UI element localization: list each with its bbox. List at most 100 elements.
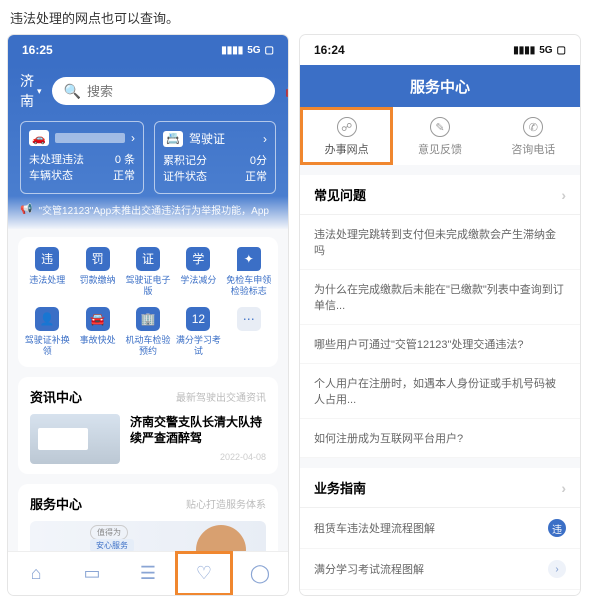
grid-icon: 罚 [86,247,110,271]
tab-me[interactable]: ◯ [232,552,288,595]
city-label: 济南 [20,71,34,111]
top-tabs: ☍ 办事网点 ✎意见反馈 ✆ 咨询电话 [300,107,580,165]
tab-home[interactable]: ⌂ [8,552,64,595]
kv-label: 累积记分 [163,153,207,169]
grid-label: 满分学习考试 [173,335,223,357]
battery-icon: ▢ [265,45,274,56]
header: 济南 ▾ 🔍 🤖 🚗 › 未处理违法0 条 车辆状态正常 [8,65,288,229]
search-input[interactable] [87,84,263,99]
grid-label: 机动车检验预约 [123,335,173,357]
car-icon: 🚗 [29,130,49,146]
guide-text: 满分学习考试流程图解 [314,561,424,577]
grid-label: 违法处理 [29,275,65,286]
grid-item[interactable]: 🚘事故快处 [72,307,122,357]
status-bar: 16:25 ▮▮▮▮ 5G ▢ [8,35,288,65]
faq-text: 哪些用户可通过"交管12123"处理交通违法? [314,336,524,352]
grid-item[interactable]: 违违法处理 [22,247,72,297]
kv-value: 0 条 [115,152,135,168]
badge-icon: 违 [548,519,566,537]
group-title: 常见问题 [314,185,366,204]
signal-icon: ▮▮▮▮ [513,45,535,56]
list-item[interactable]: 驾驶人审验流程图解› [300,590,580,595]
more-icon: ⋯ [237,307,261,331]
grid-item[interactable]: 12 满分学习考试 [173,307,223,357]
tab-label: 办事网点 [325,141,369,157]
section-title: 资讯中心 [30,387,82,406]
feedback-icon: ✎ [430,117,450,137]
grid-item[interactable]: 🏢机动车检验预约 [123,307,173,357]
kv-value: 0分 [250,153,267,169]
chevron-right-icon: › [561,480,566,496]
list-item[interactable]: 租赁车违法处理流程图解 违 [300,508,580,549]
chevron-right-icon: › [561,187,566,203]
license-card[interactable]: 📇 驾驶证 › 累积记分0分 证件状态正常 [154,121,276,194]
group-header[interactable]: 常见问题 › [300,175,580,215]
news-section: 资讯中心 最新驾驶出交通资讯 济南交警支队长清大队持续严查酒醉驾 2022-04… [18,377,278,474]
license-icon: 📇 [163,131,183,147]
city-picker[interactable]: 济南 ▾ [20,71,42,111]
kv-label: 证件状态 [163,169,207,185]
robot-icon[interactable]: 🤖 [285,81,288,101]
announcement-bar[interactable]: 📢 "交管12123"App未推出交通违法行为举报功能，App [20,202,276,217]
list-item[interactable]: 满分学习考试流程图解 › [300,549,580,590]
search-field[interactable]: 🔍 [52,77,275,105]
tab-bar: ⌂ ▭ ☰ ♡ ◯ [8,551,288,595]
faq-text: 个人用户在注册时，如遇本人身份证或手机号码被人占用... [314,375,566,407]
grid-icon: 学 [186,247,210,271]
list-item[interactable]: 个人用户在注册时，如遇本人身份证或手机号码被人占用... [300,364,580,419]
heart-icon: ♡ [196,563,212,584]
grid-icon: 证 [136,247,160,271]
grid-icon: ✦ [237,247,261,271]
vehicle-card[interactable]: 🚗 › 未处理违法0 条 车辆状态正常 [20,121,144,194]
guide-text: 租赁车违法处理流程图解 [314,520,435,536]
phone-right: 16:24 ▮▮▮▮ 5G ▢ 服务中心 ☍办事网点 ✎意见反馈 ✆咨询电话 常… [300,35,580,595]
tab-online[interactable]: ▭ [64,552,120,595]
grid-icon: 👤 [35,307,59,331]
tab-service[interactable]: ♡ [176,552,232,595]
tab-news[interactable]: ☰ [120,552,176,595]
chevron-right-icon: › [131,131,135,145]
list-item[interactable]: 违法处理完跳转到支付但未完成缴款会产生滞纳金吗 [300,215,580,270]
phone-icon: ✆ [523,117,543,137]
news-item[interactable]: 济南交警支队长清大队持续严查酒醉驾 2022-04-08 [30,414,266,464]
grid-item[interactable]: 证驾驶证电子版 [123,247,173,297]
grid-item[interactable]: 罚罚款缴纳 [72,247,122,297]
network-label: 5G [247,45,260,56]
grid-item[interactable]: ✦免检车申领检验标志 [224,247,274,297]
tab-label: 咨询电话 [511,141,555,157]
tab-locations[interactable]: ☍ 办事网点 [300,107,393,165]
faq-group: 常见问题 › 违法处理完跳转到支付但未完成缴款会产生滞纳金吗 为什么在完成缴款后… [300,175,580,458]
banner-tag: 值得为 [90,525,128,540]
grid-label: 驾驶证电子版 [123,275,173,297]
monitor-icon: ▭ [83,563,100,584]
faq-text: 为什么在完成缴款后未能在"已缴款"列表中查询到订单信... [314,281,566,313]
tab-feedback[interactable]: ✎意见反馈 [393,107,486,165]
plate-masked [55,133,125,143]
chevron-down-icon: ▾ [37,86,42,97]
status-bar: 16:24 ▮▮▮▮ 5G ▢ [300,35,580,65]
grid-label: 驾驶证补换领 [22,335,72,357]
tab-phone[interactable]: ✆ 咨询电话 [487,107,580,165]
news-title: 济南交警支队长清大队持续严查酒醉驾 [130,414,266,446]
list-item[interactable]: 如何注册成为互联网平台用户? [300,419,580,458]
home-icon: ⌂ [31,563,42,584]
phone-left: 16:25 ▮▮▮▮ 5G ▢ 济南 ▾ 🔍 🤖 🚗 › [8,35,288,595]
list-item[interactable]: 为什么在完成缴款后未能在"已缴款"列表中查询到订单信... [300,270,580,325]
battery-icon: ▢ [557,45,566,56]
license-title: 驾驶证 [189,130,225,147]
grid-item-more[interactable]: ⋯ [224,307,274,357]
grid-item[interactable]: 学学法减分 [173,247,223,297]
doc-icon: ☰ [140,563,156,584]
status-icons: ▮▮▮▮ 5G ▢ [221,45,274,56]
announcement-text: "交管12123"App未推出交通违法行为举报功能，App [38,202,269,217]
grid-item[interactable]: 👤 驾驶证补换领 [22,307,72,357]
location-icon: ☍ [337,117,357,137]
group-header[interactable]: 业务指南 › [300,468,580,508]
grid-icon: 12 [186,307,210,331]
chevron-right-icon: › [263,132,267,146]
signal-icon: ▮▮▮▮ [221,45,243,56]
status-icons: ▮▮▮▮ 5G ▢ [513,45,566,56]
go-icon: › [548,560,566,578]
list-item[interactable]: 哪些用户可通过"交管12123"处理交通违法? [300,325,580,364]
section-subtitle: 最新驾驶出交通资讯 [176,389,266,404]
